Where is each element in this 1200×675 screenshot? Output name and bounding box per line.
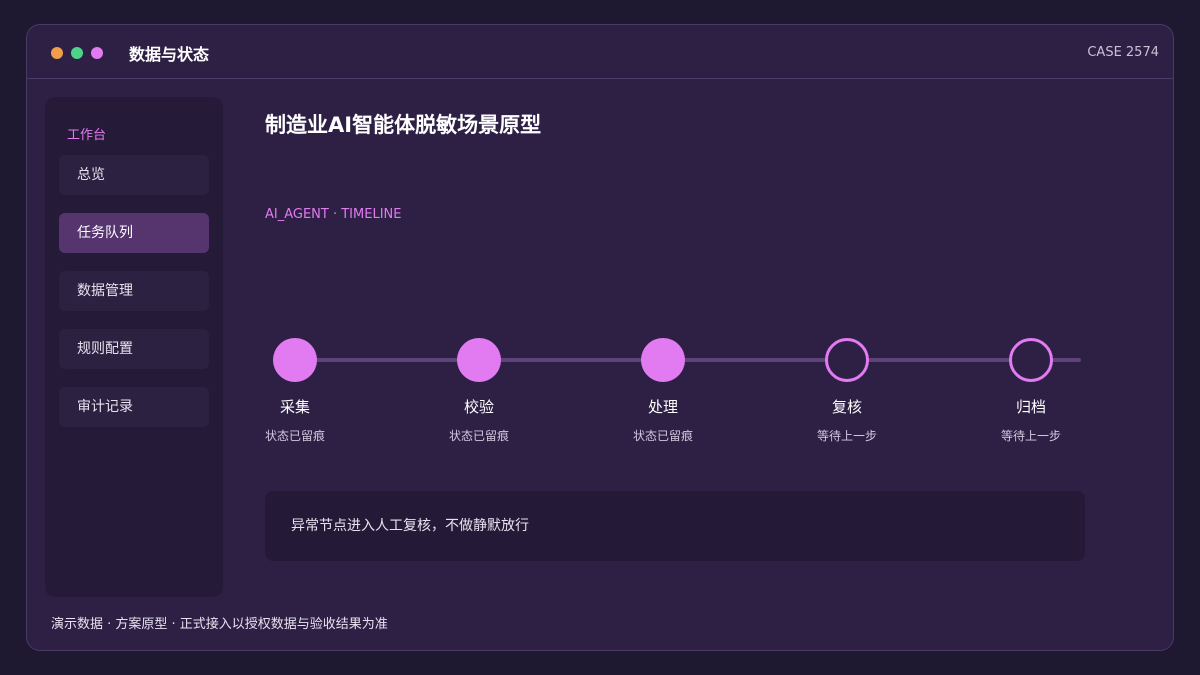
- window-dot-green[interactable]: [71, 47, 83, 59]
- timeline-step-validate[interactable]: 校验 状态已留痕: [409, 338, 549, 444]
- sidebar-heading: 工作台: [67, 128, 107, 143]
- window-dot-orange[interactable]: [51, 47, 63, 59]
- sidebar-item-rule-config[interactable]: 规则配置: [59, 329, 209, 369]
- page-subtitle: AI_AGENT · TIMELINE: [265, 207, 402, 222]
- timeline-step-review[interactable]: 复核 等待上一步: [777, 338, 917, 444]
- sidebar: 工作台 总览 任务队列 数据管理 规则配置 审计记录: [45, 97, 223, 597]
- app-window: 数据与状态 CASE 2574 工作台 总览 任务队列 数据管理 规则配置 审计…: [26, 24, 1174, 651]
- step-node-completed: [273, 338, 317, 382]
- footer-note: 演示数据 · 方案原型 · 正式接入以授权数据与验收结果为准: [51, 617, 388, 632]
- step-label: 处理: [647, 398, 678, 416]
- app-title: 数据与状态: [129, 45, 210, 64]
- timeline-step-archive[interactable]: 归档 等待上一步: [961, 338, 1101, 444]
- step-node-completed: [641, 338, 685, 382]
- notice-panel: 异常节点进入人工复核，不做静默放行: [265, 491, 1085, 561]
- sidebar-item-audit-log[interactable]: 审计记录: [59, 387, 209, 427]
- window-dot-pink[interactable]: [91, 47, 103, 59]
- step-node-pending: [825, 338, 869, 382]
- step-status: 状态已留痕: [264, 429, 325, 443]
- step-status: 状态已留痕: [632, 429, 693, 443]
- step-label: 校验: [463, 398, 494, 416]
- sidebar-item-data-management[interactable]: 数据管理: [59, 271, 209, 311]
- title-bar: 数据与状态 CASE 2574: [27, 25, 1173, 79]
- step-status: 状态已留痕: [448, 429, 509, 443]
- step-node-completed: [457, 338, 501, 382]
- timeline-step-process[interactable]: 处理 状态已留痕: [593, 338, 733, 444]
- case-id: CASE 2574: [1087, 45, 1159, 60]
- step-status: 等待上一步: [816, 429, 877, 443]
- timeline-step-collect[interactable]: 采集 状态已留痕: [225, 338, 365, 444]
- page-title: 制造业AI智能体脱敏场景原型: [265, 113, 542, 137]
- step-label: 采集: [279, 398, 310, 416]
- step-status: 等待上一步: [1000, 429, 1061, 443]
- step-label: 复核: [831, 398, 862, 416]
- step-label: 归档: [1015, 398, 1046, 416]
- sidebar-item-task-queue[interactable]: 任务队列: [59, 213, 209, 253]
- step-node-pending: [1009, 338, 1053, 382]
- sidebar-item-overview[interactable]: 总览: [59, 155, 209, 195]
